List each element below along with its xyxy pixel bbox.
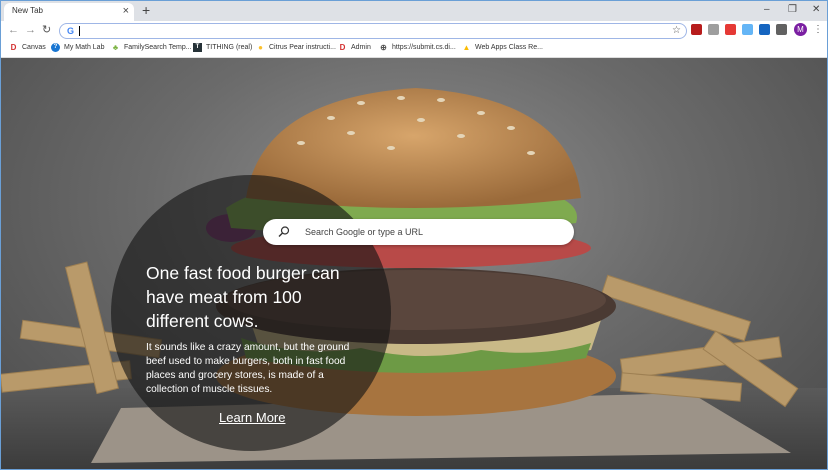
bookmarks-bar: D Canvas ? My Math Lab ♣ FamilySearch Temp.… xyxy=(1,39,827,58)
toolbar: ← → ↻ G ☆ M ⋮ xyxy=(1,21,827,39)
bookmark-tithing[interactable]: T TITHING (real) xyxy=(193,42,252,54)
bookmark-citrus-pear[interactable]: ● Citrus Pear instructi... xyxy=(256,42,336,54)
canvas-icon: D xyxy=(10,42,17,52)
admin-icon: D xyxy=(339,42,346,52)
mymathlab-icon: ? xyxy=(51,42,60,52)
avatar[interactable]: M xyxy=(794,23,807,36)
drive-icon: ▲ xyxy=(462,42,471,52)
tab-title: New Tab xyxy=(12,6,43,15)
bookmark-submit[interactable]: ⊕ https://submit.cs.di... xyxy=(379,42,456,54)
extension-icon[interactable] xyxy=(708,24,719,35)
extension-icon[interactable] xyxy=(759,24,770,35)
search-icon xyxy=(278,226,290,237)
bookmark-familysearch[interactable]: ♣ FamilySearch Temp... xyxy=(111,42,192,54)
tithing-icon: T xyxy=(193,42,202,52)
adblock-extension-icon[interactable] xyxy=(691,24,702,35)
new-extension-icon[interactable] xyxy=(725,24,736,35)
browser-window: New Tab × + – ❐ ✕ ← → ↻ G ☆ M ⋮ D Canvas … xyxy=(0,0,828,470)
google-search-box[interactable]: Search Google or type a URL xyxy=(263,219,574,245)
learn-more-link[interactable]: Learn More xyxy=(219,410,285,426)
reload-button[interactable]: ↻ xyxy=(42,23,51,37)
tab-new-tab[interactable]: New Tab × xyxy=(4,3,134,21)
google-icon: G xyxy=(67,26,75,36)
menu-icon[interactable]: ⋮ xyxy=(813,23,823,36)
forward-button[interactable]: → xyxy=(25,23,36,37)
tab-strip: New Tab × + – ❐ ✕ xyxy=(1,1,827,21)
address-bar[interactable]: G ☆ xyxy=(59,23,687,39)
pear-icon: ● xyxy=(258,42,263,52)
globe-icon: ⊕ xyxy=(380,42,387,52)
bookmark-star-icon[interactable]: ☆ xyxy=(672,24,681,37)
text-caret xyxy=(79,26,80,36)
puzzle-icon[interactable] xyxy=(776,24,787,35)
bookmark-admin[interactable]: D Admin xyxy=(338,42,371,54)
close-tab-icon[interactable]: × xyxy=(123,4,129,18)
fact-body: It sounds like a crazy amount, but the g… xyxy=(146,342,350,395)
bookmark-canvas[interactable]: D Canvas xyxy=(9,42,46,54)
new-tab-button[interactable]: + xyxy=(142,2,150,18)
extension-icon[interactable] xyxy=(742,24,753,35)
familysearch-icon: ♣ xyxy=(112,42,119,52)
close-window-button[interactable]: ✕ xyxy=(812,3,820,17)
back-button[interactable]: ← xyxy=(8,23,19,37)
fact-headline: One fast food burger can have meat from … xyxy=(146,263,340,331)
minimize-button[interactable]: – xyxy=(764,3,770,17)
restore-button[interactable]: ❐ xyxy=(788,3,797,17)
search-input[interactable]: Search Google or type a URL xyxy=(305,226,423,238)
bookmark-web-apps[interactable]: ▲ Web Apps Class Re... xyxy=(462,42,543,54)
new-tab-background: Search Google or type a URL One fast foo… xyxy=(1,58,827,469)
bookmark-my-math-lab[interactable]: ? My Math Lab xyxy=(51,42,104,54)
